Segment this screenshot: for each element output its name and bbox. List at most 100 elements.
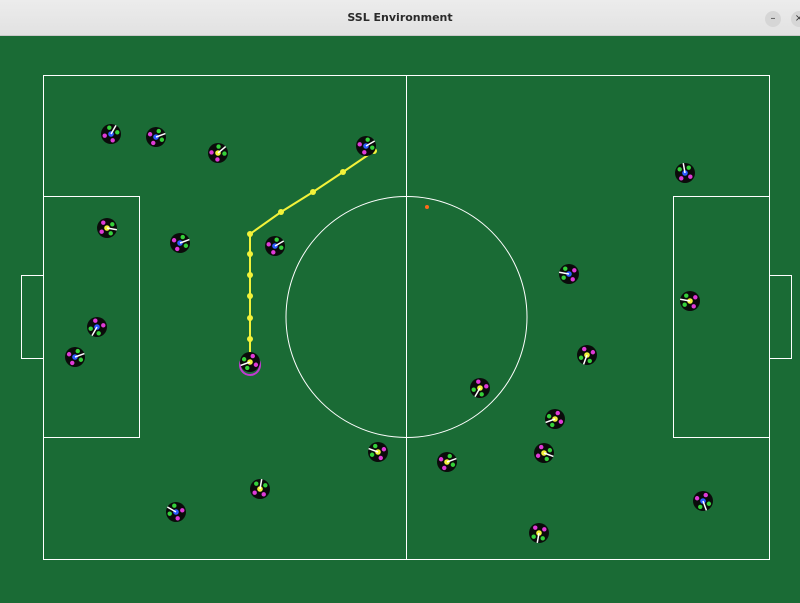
robot-id-marker [263,483,268,488]
close-button[interactable]: × [791,11,800,27]
path-waypoint [247,251,253,257]
robot-yellow[interactable] [545,409,565,429]
robot-id-marker [70,360,75,366]
title-bar[interactable]: SSL Environment – × [0,0,800,36]
robot-id-marker [693,295,698,300]
robot-id-marker [558,419,564,424]
robot-blue[interactable] [693,491,713,511]
robot-id-marker [167,511,172,516]
robot-id-marker [694,496,700,501]
ball [425,205,429,209]
robot-id-marker [479,392,484,397]
robot-id-marker [209,150,214,155]
robot-id-marker [175,516,180,521]
robot-id-marker [550,422,555,428]
robot-id-marker [151,140,156,146]
robot-id-marker [108,231,113,236]
robot-id-marker [582,346,587,352]
robot-id-marker [542,527,547,532]
path-waypoint [247,315,253,321]
robot-blue[interactable] [166,502,186,522]
robot-id-marker [241,357,247,362]
robot-id-marker [365,137,370,142]
robot-blue[interactable] [65,347,85,367]
path-waypoint [247,272,253,278]
path-waypoint [278,209,284,215]
robot-id-marker [540,536,545,541]
robot-id-marker [115,130,120,135]
path-waypoint [247,293,253,299]
robot-id-marker [66,352,72,357]
robot-id-marker [110,222,115,227]
robot-id-marker [99,229,104,234]
path-waypoint [340,169,346,175]
robot-id-marker [471,387,476,392]
robot-yellow[interactable] [470,378,490,398]
robot-id-marker [381,447,387,452]
robot-id-marker [484,384,489,389]
field-grass [0,36,800,603]
robot-blue[interactable] [675,163,695,183]
robot-id-marker [279,245,284,250]
robot-blue[interactable] [87,317,107,337]
robot-id-marker [691,304,696,309]
robot-id-marker [156,128,161,134]
minimize-button[interactable]: – [765,11,781,27]
robot-id-marker [261,492,266,497]
window-title: SSL Environment [347,11,453,24]
robot-yellow[interactable] [250,479,270,499]
robot-yellow[interactable] [240,352,260,372]
robot-id-marker [706,501,712,506]
robot-yellow[interactable] [437,452,457,472]
robot-id-marker [677,167,682,172]
robot-yellow[interactable] [534,443,554,463]
robot-yellow[interactable] [529,523,549,543]
robot-yellow[interactable] [208,143,228,163]
robot-blue[interactable] [170,233,190,253]
path-waypoint [247,336,253,342]
robot-id-marker [96,331,101,336]
app-window: SSL Environment – × [0,0,800,603]
robot-id-marker [78,357,84,362]
robot-id-marker [215,157,220,162]
robot-id-marker [159,137,165,142]
robot-yellow[interactable] [97,218,117,238]
robot-id-marker [684,293,689,298]
robot-yellow[interactable] [577,345,597,365]
robot-id-marker [171,238,177,243]
robot-blue[interactable] [146,127,166,147]
robot-id-marker [110,138,115,143]
robot-id-marker [703,492,708,498]
robot-id-marker [698,504,703,510]
robot-id-marker [533,525,538,530]
robot-id-marker [578,355,584,360]
robot-id-marker [535,453,541,458]
robot-id-marker [101,323,106,328]
robot-id-marker [570,277,575,282]
robot-blue[interactable] [265,236,285,256]
robot-id-marker [183,243,189,248]
robot-id-marker [561,275,566,280]
robot-id-marker [442,465,447,471]
path-waypoint [310,189,316,195]
robot-blue[interactable] [559,264,579,284]
robot-id-marker [547,448,553,453]
robot-id-marker [447,453,452,459]
robot-id-marker [253,362,259,367]
robot-id-marker [369,452,375,457]
robot-id-marker [175,246,180,252]
robot-id-marker [544,456,549,462]
path-waypoint [247,231,253,237]
robot-id-marker [679,176,684,181]
robot-yellow[interactable] [368,442,388,462]
robot-id-marker [180,234,185,240]
soccer-field[interactable] [0,36,800,603]
robot-id-marker [75,348,80,354]
robot-id-marker [682,302,687,307]
field-canvas[interactable] [0,36,800,603]
robot-blue[interactable] [101,124,121,144]
robot-blue[interactable] [356,136,376,156]
robot-id-marker [438,457,444,462]
robot-id-marker [245,365,250,371]
robot-yellow[interactable] [680,291,700,311]
